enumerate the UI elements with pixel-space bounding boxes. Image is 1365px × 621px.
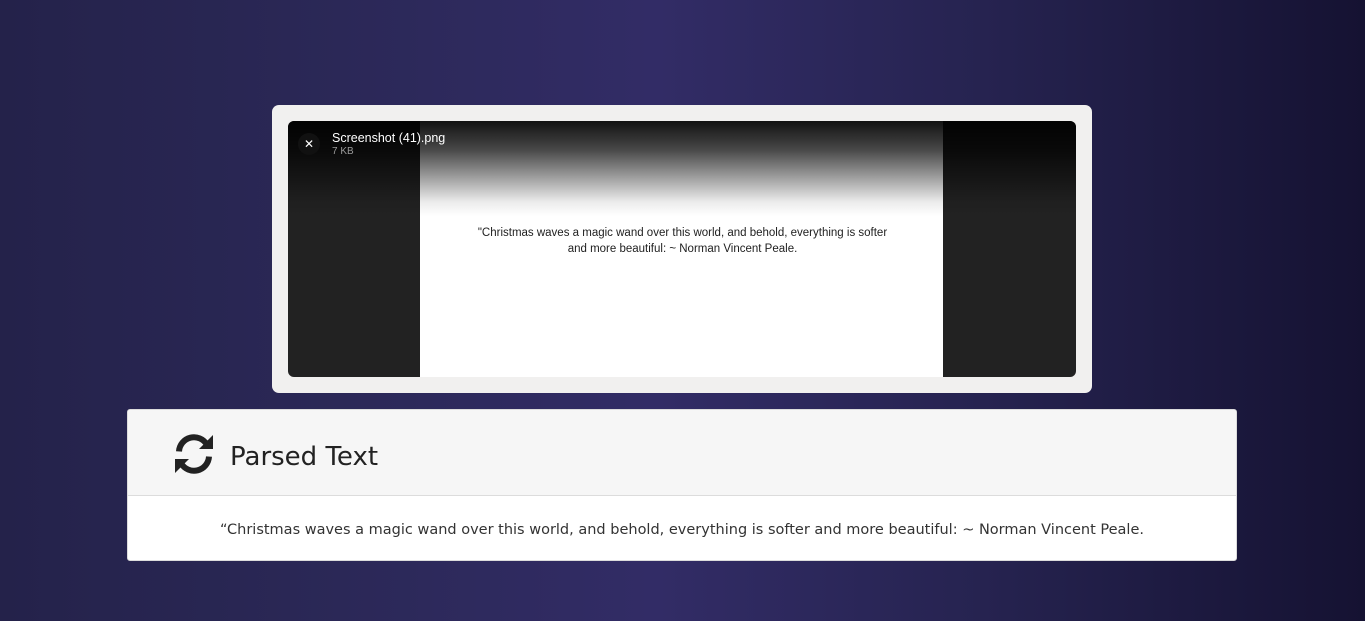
sync-icon <box>175 434 213 474</box>
file-preview: "Christmas waves a magic wand over this … <box>288 121 1076 377</box>
file-upload-card: "Christmas waves a magic wand over this … <box>272 105 1092 393</box>
file-name: Screenshot (41).png <box>332 131 446 145</box>
parsed-text-header: Parsed Text <box>128 410 1236 496</box>
parsed-text-card: Parsed Text “Christmas waves a magic wan… <box>127 409 1237 561</box>
preview-image-text: "Christmas waves a magic wand over this … <box>477 227 888 255</box>
parsed-text-body: “Christmas waves a magic wand over this … <box>128 496 1236 560</box>
close-icon[interactable]: ✕ <box>298 133 320 155</box>
parsed-text-title: Parsed Text <box>230 442 379 472</box>
parsed-text-content: “Christmas waves a magic wand over this … <box>220 522 1144 538</box>
file-size: 7 KB <box>332 146 354 157</box>
